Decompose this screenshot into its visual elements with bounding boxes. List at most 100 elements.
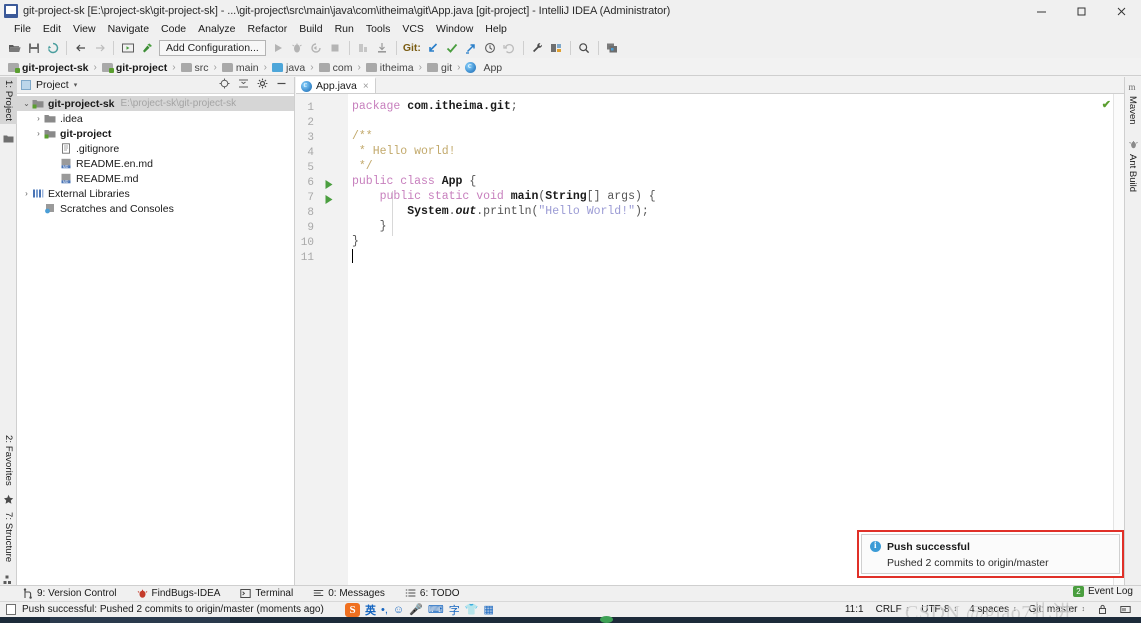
menu-window[interactable]: Window xyxy=(430,22,479,37)
bottom-tab-todo[interactable]: 6: TODO xyxy=(405,588,460,599)
chevron-down-icon[interactable]: ⌄ xyxy=(21,99,32,108)
chevron-right-icon[interactable]: › xyxy=(33,114,44,123)
sidebar-item-structure[interactable]: 7: Structure xyxy=(0,509,17,565)
event-log-button[interactable]: 2 Event Log xyxy=(1072,586,1133,597)
chevron-updown-icon: ↕ xyxy=(953,606,958,613)
history-icon[interactable] xyxy=(481,38,500,57)
save-snapshot-icon[interactable] xyxy=(603,38,622,57)
minimize-button[interactable] xyxy=(1021,0,1061,22)
punctuation-icon[interactable]: •, xyxy=(381,604,388,616)
skin-icon[interactable]: 👕 xyxy=(465,603,479,616)
breadcrumb-item-com[interactable]: com xyxy=(318,62,352,74)
status-lock-icon[interactable] xyxy=(1091,604,1114,615)
chevron-down-icon[interactable]: ▾ xyxy=(74,81,78,89)
menu-code[interactable]: Code xyxy=(155,22,192,37)
menu-tools[interactable]: Tools xyxy=(360,22,397,37)
menu-file[interactable]: File xyxy=(8,22,37,37)
status-encoding[interactable]: UTF-8 ↕ xyxy=(915,604,963,615)
close-icon[interactable]: × xyxy=(363,81,369,92)
push-notification-popup[interactable]: Push successful Pushed 2 commits to orig… xyxy=(861,534,1120,574)
menu-navigate[interactable]: Navigate xyxy=(102,22,155,37)
tree-item-git-project-sk[interactable]: ⌄ git-project-sk E:\project-sk\git-proje… xyxy=(17,96,294,111)
code-editor[interactable]: 1 2 3 4 5 6 7 8 9 10 11 package com.ithe… xyxy=(296,94,1124,585)
sync-refresh-icon[interactable] xyxy=(43,38,62,57)
status-line-separator[interactable]: CRLF ↕ xyxy=(870,604,916,615)
translate-icon[interactable]: 字 xyxy=(449,602,460,618)
emoji-icon[interactable]: ☺ xyxy=(393,604,404,616)
gear-icon[interactable] xyxy=(257,78,268,92)
build-hammer-icon[interactable] xyxy=(137,38,156,57)
sidebar-item-project[interactable]: 1: Project xyxy=(0,77,17,125)
run-method-gutter-icon[interactable] xyxy=(324,194,334,205)
breadcrumb-item-main[interactable]: main xyxy=(221,62,259,74)
menu-vcs[interactable]: VCS xyxy=(396,22,430,37)
close-button[interactable] xyxy=(1101,0,1141,22)
run-config-icon[interactable] xyxy=(118,38,137,57)
code-text[interactable]: package com.itheima.git; /** * Hello wor… xyxy=(348,94,1124,585)
project-structure-icon[interactable] xyxy=(547,38,566,57)
menu-edit[interactable]: Edit xyxy=(37,22,67,37)
menu-analyze[interactable]: Analyze xyxy=(192,22,241,37)
sidebar-item-favorites[interactable]: 2: Favorites xyxy=(0,432,17,489)
back-arrow-icon[interactable] xyxy=(71,38,90,57)
save-all-icon[interactable] xyxy=(24,38,43,57)
editor-gutter[interactable]: 1 2 3 4 5 6 7 8 9 10 11 xyxy=(296,94,348,585)
breadcrumb-item-git[interactable]: git xyxy=(427,62,452,74)
toolbox-icon[interactable]: ▦ xyxy=(483,603,493,616)
sidebar-item-ant-build[interactable]: Ant Build xyxy=(1125,151,1140,195)
module-folder-icon xyxy=(32,98,44,109)
menu-build[interactable]: Build xyxy=(293,22,328,37)
menu-help[interactable]: Help xyxy=(479,22,513,37)
tree-item-readme-md[interactable]: MD README.md xyxy=(17,171,294,186)
run-class-gutter-icon[interactable] xyxy=(324,179,334,190)
keyboard-icon[interactable]: ⌨ xyxy=(428,603,444,616)
tree-item-scratches-and-consoles[interactable]: Scratches and Consoles xyxy=(17,201,294,216)
tree-item-external-libraries[interactable]: › External Libraries xyxy=(17,186,294,201)
update-project-icon[interactable] xyxy=(424,38,443,57)
add-configuration-button[interactable]: Add Configuration... xyxy=(159,39,266,56)
bottom-tab-version-control[interactable]: 9: Version Control xyxy=(22,588,117,599)
search-icon[interactable] xyxy=(575,38,594,57)
open-folder-icon[interactable] xyxy=(5,38,24,57)
inspection-status-icon[interactable]: ✔ xyxy=(1102,98,1111,112)
tree-item-label: git-project xyxy=(60,127,112,140)
sogou-logo-icon[interactable]: S xyxy=(345,602,360,617)
tree-item-gitignore[interactable]: .gitignore xyxy=(17,141,294,156)
breadcrumb-label: itheima xyxy=(379,61,414,74)
editor-scroll-marker-track[interactable] xyxy=(1113,94,1124,585)
editor-tab-app-java[interactable]: App.java × xyxy=(296,77,376,93)
tree-item-idea[interactable]: › .idea xyxy=(17,111,294,126)
maximize-button[interactable] xyxy=(1061,0,1101,22)
status-indent[interactable]: 4 spaces ↕ xyxy=(963,604,1023,615)
commit-icon[interactable] xyxy=(443,38,462,57)
bottom-tab-messages[interactable]: 0: Messages xyxy=(313,588,385,599)
menu-refactor[interactable]: Refactor xyxy=(242,22,294,37)
settings-wrench-icon[interactable] xyxy=(528,38,547,57)
tree-item-label: Scratches and Consoles xyxy=(60,202,174,215)
bottom-tab-terminal[interactable]: Terminal xyxy=(240,588,293,599)
hide-icon[interactable] xyxy=(276,78,287,92)
menu-view[interactable]: View xyxy=(67,22,102,37)
chevron-right-icon[interactable]: › xyxy=(21,189,32,198)
bottom-tab-findbugs-idea[interactable]: FindBugs-IDEA xyxy=(137,588,220,599)
target-locate-icon[interactable] xyxy=(219,78,230,92)
breadcrumb-item-itheima[interactable]: itheima xyxy=(365,61,414,74)
chinese-mode-icon[interactable]: 英 xyxy=(365,602,376,618)
breadcrumb-item-src[interactable]: src xyxy=(180,62,209,74)
menu-run[interactable]: Run xyxy=(329,22,360,37)
breadcrumb-item-java[interactable]: java xyxy=(272,62,305,74)
status-message[interactable]: Push successful: Pushed 2 commits to ori… xyxy=(22,604,324,615)
collapse-all-icon[interactable] xyxy=(238,78,249,92)
breadcrumb-item-app[interactable]: App xyxy=(465,61,502,74)
tree-item-git-project[interactable]: › git-project xyxy=(17,126,294,141)
status-caret-position[interactable]: 11:1 xyxy=(839,604,870,615)
sidebar-item-maven[interactable]: Maven xyxy=(1125,93,1140,128)
status-memory-indicator[interactable] xyxy=(1114,604,1137,615)
breadcrumb-item-git-project-sk[interactable]: git-project-sk xyxy=(8,62,89,74)
push-icon[interactable] xyxy=(462,38,481,57)
voice-icon[interactable]: 🎤 xyxy=(409,603,423,616)
chevron-right-icon[interactable]: › xyxy=(33,129,44,138)
tree-item-readme-en-md[interactable]: MD README.en.md xyxy=(17,156,294,171)
breadcrumb-item-git-project[interactable]: git-project xyxy=(101,62,167,74)
status-git-branch[interactable]: Git: master ↕ xyxy=(1023,604,1091,615)
